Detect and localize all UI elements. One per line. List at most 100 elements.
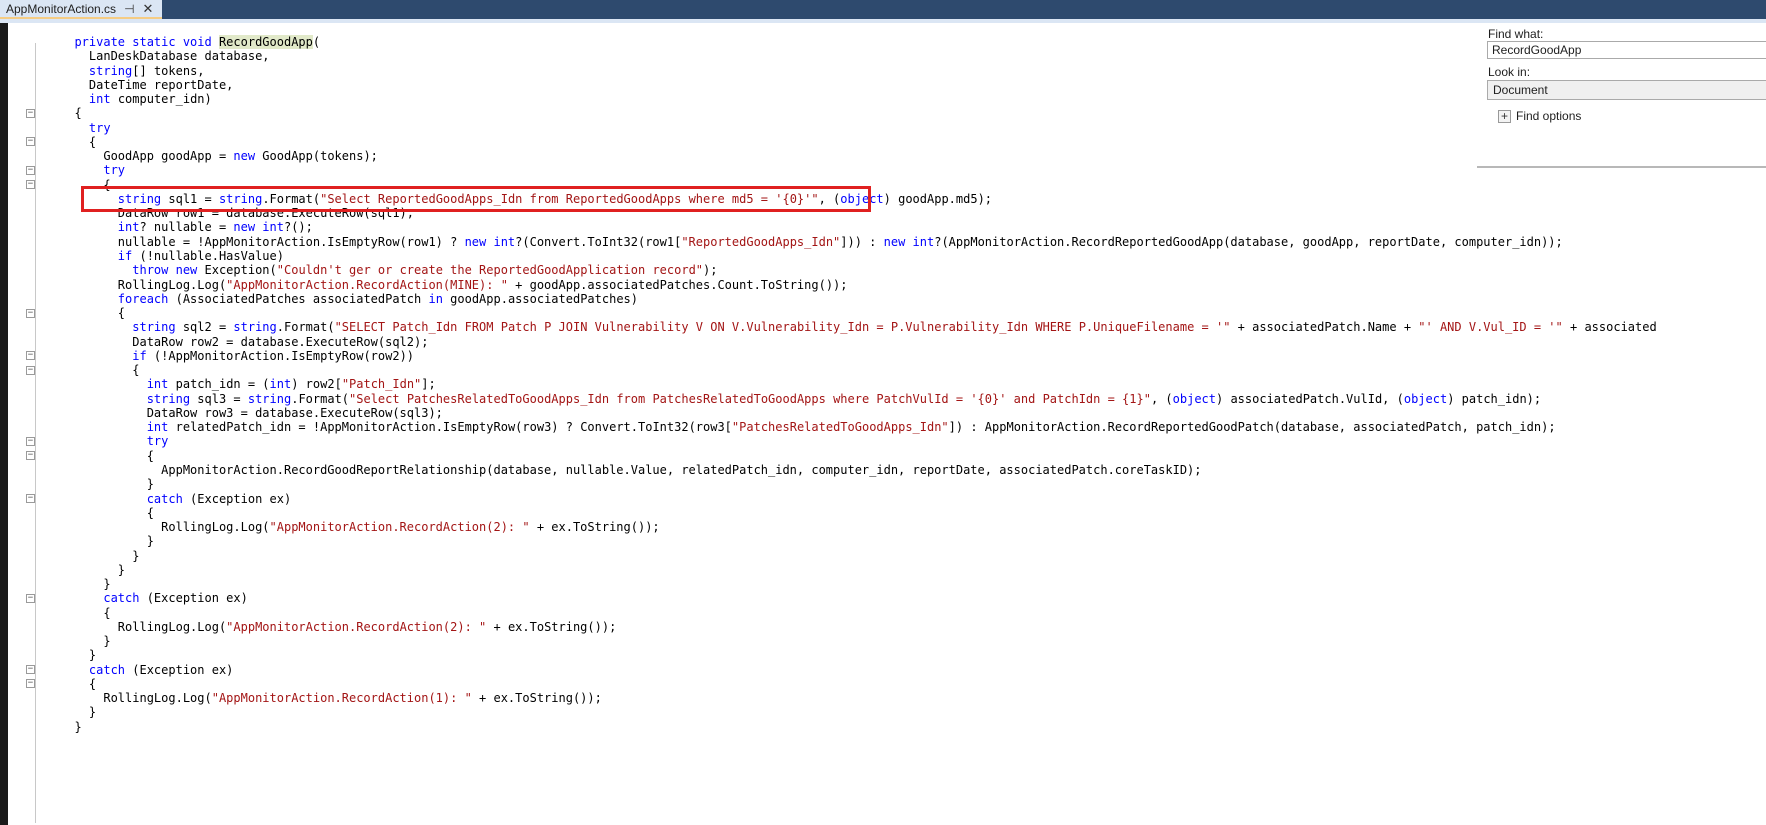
code-line[interactable]: string[] tokens, [60,64,1656,78]
code-line[interactable]: DataRow row2 = database.ExecuteRow(sql2)… [60,335,1656,349]
code-line[interactable]: } [60,705,1656,719]
code-line[interactable]: { [60,363,1656,377]
code-token: (!AppMonitorAction.IsEmptyRow(row2)) [146,348,415,363]
code-line[interactable]: RollingLog.Log("AppMonitorAction.RecordA… [60,520,1656,534]
code-line[interactable]: throw new Exception("Couldn't ger or cre… [60,263,1656,277]
close-icon[interactable]: ✕ [143,1,154,17]
document-tab-well [0,0,1766,19]
collapse-toggle-icon[interactable]: − [26,665,35,674]
code-token: "PatchesRelatedToGoodApps_Idn" [731,420,949,435]
code-line[interactable]: int computer_idn) [60,92,1656,106]
code-line[interactable]: } [60,648,1656,662]
code-token: string [88,63,133,78]
code-line[interactable]: GoodApp goodApp = new GoodApp(tokens); [60,149,1656,163]
left-margin-bar [0,23,8,825]
code-token: try [146,434,169,449]
code-line[interactable]: catch (Exception ex) [60,591,1656,605]
code-token: "Select PatchesRelatedToGoodApps_Idn fro… [349,391,1151,406]
find-what-input[interactable]: RecordGoodApp [1487,41,1766,59]
code-token: catch [103,591,140,606]
code-token: } [60,577,111,592]
code-line[interactable]: string sql2 = string.Format("SELECT Patc… [60,320,1656,334]
code-line[interactable]: DateTime reportDate, [60,78,1656,92]
code-line[interactable]: } [60,563,1656,577]
code-token: try [88,120,111,135]
code-line[interactable]: DataRow row3 = database.ExecuteRow(sql3)… [60,406,1656,420]
collapse-toggle-icon[interactable]: − [26,366,35,375]
code-editor[interactable]: − − − − − − − − − − − − − private static… [8,23,1656,825]
collapse-toggle-icon[interactable]: − [26,679,35,688]
collapse-toggle-icon[interactable]: − [26,594,35,603]
code-line[interactable]: try [60,434,1656,448]
code-line[interactable]: } [60,634,1656,648]
code-line[interactable]: } [60,549,1656,563]
code-line[interactable]: if (!AppMonitorAction.IsEmptyRow(row2)) [60,349,1656,363]
code-token: foreach [117,291,169,306]
code-line[interactable]: int relatedPatch_idn = !AppMonitorAction… [60,420,1656,434]
code-line[interactable]: string sql3 = string.Format("Select Patc… [60,392,1656,406]
tab-appmonitoraction-cs[interactable]: AppMonitorAction.cs ⊣ ✕ [0,0,162,19]
code-text[interactable]: private static void RecordGoodApp( LanDe… [60,35,1656,734]
code-line[interactable]: private static void RecordGoodApp( [60,35,1656,49]
code-line[interactable]: { [60,106,1656,120]
collapse-toggle-icon[interactable]: − [26,109,35,118]
expand-icon[interactable]: + [1498,110,1511,123]
code-line[interactable]: foreach (AssociatedPatches associatedPat… [60,292,1656,306]
code-line[interactable]: { [60,449,1656,463]
code-token: DataRow row2 = database.ExecuteRow(sql2)… [60,334,429,349]
code-line[interactable]: { [60,506,1656,520]
code-line[interactable]: RollingLog.Log("AppMonitorAction.RecordA… [60,620,1656,634]
code-line[interactable]: } [60,577,1656,591]
code-line[interactable]: catch (Exception ex) [60,492,1656,506]
code-line[interactable]: catch (Exception ex) [60,663,1656,677]
code-line[interactable]: if (!nullable.HasValue) [60,249,1656,263]
code-token: ) associatedPatch.VulId, ( [1216,391,1404,406]
code-line[interactable]: { [60,306,1656,320]
code-line[interactable]: LanDeskDatabase database, [60,49,1656,63]
code-line[interactable]: { [60,606,1656,620]
collapse-toggle-icon[interactable]: − [26,309,35,318]
code-token: catch [88,662,126,677]
code-token: AppMonitorAction.RecordGoodReportRelatio… [60,462,1202,477]
code-token: object [1172,391,1216,406]
code-line[interactable]: try [60,163,1656,177]
code-line[interactable]: int patch_idn = (int) row2["Patch_Idn"]; [60,377,1656,391]
code-line[interactable]: } [60,534,1656,548]
pin-icon[interactable]: ⊣ [124,2,134,16]
code-line[interactable]: RollingLog.Log("AppMonitorAction.RecordA… [60,278,1656,292]
code-line[interactable]: { [60,135,1656,149]
code-token: int [146,377,169,392]
find-options-toggle[interactable]: Find options [1516,109,1581,123]
code-token: GoodApp(tokens); [255,149,378,164]
code-line[interactable]: { [60,677,1656,691]
code-line[interactable]: int? nullable = new int?(); [60,220,1656,234]
code-line[interactable]: nullable = !AppMonitorAction.IsEmptyRow(… [60,235,1656,249]
code-token: string [233,320,277,335]
collapse-toggle-icon[interactable]: − [26,451,35,460]
code-token: , ( [1150,391,1173,406]
code-line[interactable]: AppMonitorAction.RecordGoodReportRelatio… [60,463,1656,477]
collapse-toggle-icon[interactable]: − [26,437,35,446]
code-line[interactable]: } [60,720,1656,734]
code-token: relatedPatch_idn = !AppMonitorAction.IsE… [168,420,732,435]
collapse-toggle-icon[interactable]: − [26,351,35,360]
collapse-toggle-icon[interactable]: − [26,494,35,503]
code-token: RecordGoodApp [218,35,313,49]
code-token: nullable = !AppMonitorAction.IsEmptyRow(… [60,234,465,249]
collapse-toggle-icon[interactable]: − [26,137,35,146]
code-line[interactable]: } [60,477,1656,491]
code-token: try [103,163,126,178]
code-token: "AppMonitorAction.RecordAction(2): " [269,520,530,535]
look-in-select[interactable]: Document [1487,80,1766,100]
code-line[interactable]: RollingLog.Log("AppMonitorAction.RecordA… [60,691,1656,705]
collapse-toggle-icon[interactable]: − [26,180,35,189]
code-line[interactable]: try [60,121,1656,135]
collapse-toggle-icon[interactable]: − [26,166,35,175]
